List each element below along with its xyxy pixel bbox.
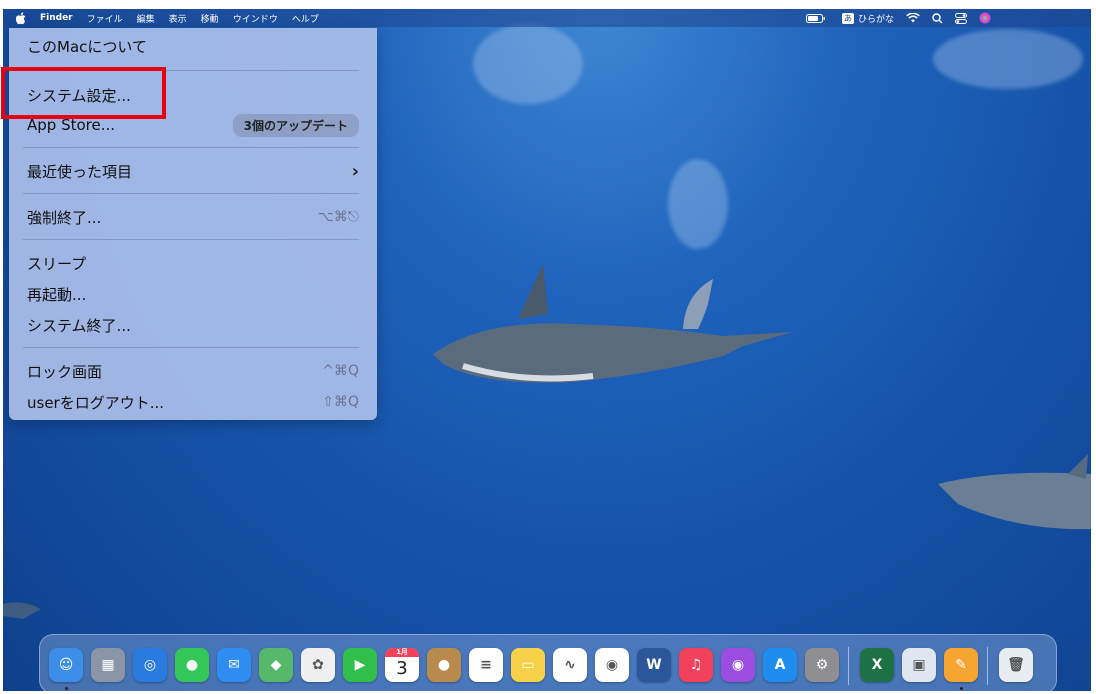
contacts-icon[interactable]: ● — [427, 648, 461, 682]
wallpaper-reflection — [933, 29, 1083, 89]
ime-label: ひらがな — [857, 14, 894, 25]
menu-file[interactable]: ファイル — [80, 12, 130, 25]
highlight-box — [1, 67, 166, 119]
app-store-icon[interactable]: A — [763, 648, 797, 682]
photos-icon[interactable]: ✿ — [301, 648, 335, 682]
system-settings-icon[interactable]: ⚙ — [805, 648, 839, 682]
menu-item-label: システム終了... — [27, 316, 131, 335]
menu-edit[interactable]: 編集 — [130, 12, 162, 25]
calendar-month: 1月 — [385, 648, 419, 657]
siri-icon[interactable] — [979, 12, 991, 24]
wallpaper-dolphin — [433, 264, 793, 383]
safari-icon[interactable]: ◎ — [133, 648, 167, 682]
running-indicator — [960, 687, 963, 690]
menu-item-label: このMacについて — [27, 37, 147, 56]
menu-separator — [23, 239, 359, 240]
menu-item-about-this-mac[interactable]: このMacについて — [27, 33, 359, 59]
calendar-icon[interactable]: 1月 3 — [385, 648, 419, 682]
menu-window[interactable]: ウインドウ — [226, 12, 285, 25]
menu-separator — [23, 193, 359, 194]
menu-finder[interactable]: Finder — [33, 13, 80, 23]
menu-help[interactable]: ヘルプ — [285, 12, 326, 25]
finder-icon[interactable]: ☺ — [49, 648, 83, 682]
menu-separator — [23, 347, 359, 348]
chrome-icon[interactable]: ◉ — [595, 648, 629, 682]
freeform-icon[interactable]: ∿ — [553, 648, 587, 682]
menu-go[interactable]: 移動 — [194, 12, 226, 25]
menu-separator — [23, 147, 359, 148]
menu-item-label: userをログアウト... — [27, 393, 165, 412]
preview-icon[interactable]: ▣ — [902, 648, 936, 682]
ime-badge: あ — [841, 12, 854, 24]
excel-icon[interactable]: X — [860, 648, 894, 682]
menu-item-force-quit[interactable]: 強制終了... ⌥⌘⎋ — [27, 204, 359, 230]
wifi-icon[interactable] — [906, 13, 920, 23]
menu-view[interactable]: 表示 — [162, 12, 194, 25]
wallpaper-reflection — [473, 24, 583, 104]
dock: ☺ ▦ ◎ ● ✉ ◆ ✿ ▶ 1月 3 ● ≡ ▭ ∿ ◉ W ♫ ◉ A ⚙ X ▣ ✎ 🗑 — [39, 634, 1057, 691]
menu-item-label: 最近使った項目 — [27, 162, 133, 181]
trash-icon[interactable]: 🗑 — [999, 648, 1033, 682]
mail-icon[interactable]: ✉ — [217, 648, 251, 682]
dock-separator — [987, 647, 988, 685]
menu-item-restart[interactable]: 再起動... — [27, 281, 359, 307]
menu-item-lock-screen[interactable]: ロック画面 ^⌘Q — [27, 358, 359, 384]
pages-icon[interactable]: ✎ — [944, 648, 978, 682]
menu-item-sleep[interactable]: スリープ — [27, 250, 359, 276]
calendar-day: 3 — [396, 658, 408, 679]
chevron-right-icon: › — [351, 160, 359, 182]
menu-item-label: スリープ — [27, 254, 87, 273]
shortcut-label: ⌥⌘⎋ — [317, 209, 359, 225]
notes-icon[interactable]: ▭ — [511, 648, 545, 682]
running-indicator — [65, 687, 68, 690]
menu-item-logout[interactable]: userをログアウト... ⇧⌘Q — [27, 389, 359, 415]
dock-separator — [848, 647, 849, 685]
status-menus: あ ひらがな — [800, 9, 1091, 27]
search-icon[interactable] — [932, 12, 943, 24]
control-center-icon[interactable] — [955, 12, 967, 24]
wallpaper-dolphin — [683, 279, 713, 329]
menu-item-label: ロック画面 — [27, 362, 103, 381]
wallpaper-dolphin — [3, 602, 41, 619]
shortcut-label: ^⌘Q — [322, 363, 359, 379]
reminders-icon[interactable]: ≡ — [469, 648, 503, 682]
menu-item-recent-items[interactable]: 最近使った項目 › — [27, 158, 359, 184]
menu-item-label: 再起動... — [27, 285, 87, 304]
messages-icon[interactable]: ● — [175, 648, 209, 682]
facetime-icon[interactable]: ▶ — [343, 648, 377, 682]
wallpaper-reflection — [668, 159, 728, 249]
shortcut-label: ⇧⌘Q — [322, 394, 359, 410]
input-source-menu[interactable]: あ ひらがな — [841, 12, 894, 25]
apple-logo-icon[interactable] — [13, 11, 29, 25]
maps-icon[interactable]: ◆ — [259, 648, 293, 682]
desktop: Finder ファイル 編集 表示 移動 ウインドウ ヘルプ あ ひらがな この… — [3, 9, 1091, 691]
word-icon[interactable]: W — [637, 648, 671, 682]
music-icon[interactable]: ♫ — [679, 648, 713, 682]
podcasts-icon[interactable]: ◉ — [721, 648, 755, 682]
menu-item-label: 強制終了... — [27, 208, 102, 227]
launchpad-icon[interactable]: ▦ — [91, 648, 125, 682]
menubar: Finder ファイル 編集 表示 移動 ウインドウ ヘルプ あ ひらがな — [3, 9, 1091, 27]
wallpaper-dolphin — [938, 454, 1091, 530]
update-badge: 3個のアップデート — [232, 113, 359, 137]
menu-item-shutdown[interactable]: システム終了... — [27, 312, 359, 338]
battery-icon[interactable] — [805, 13, 826, 23]
